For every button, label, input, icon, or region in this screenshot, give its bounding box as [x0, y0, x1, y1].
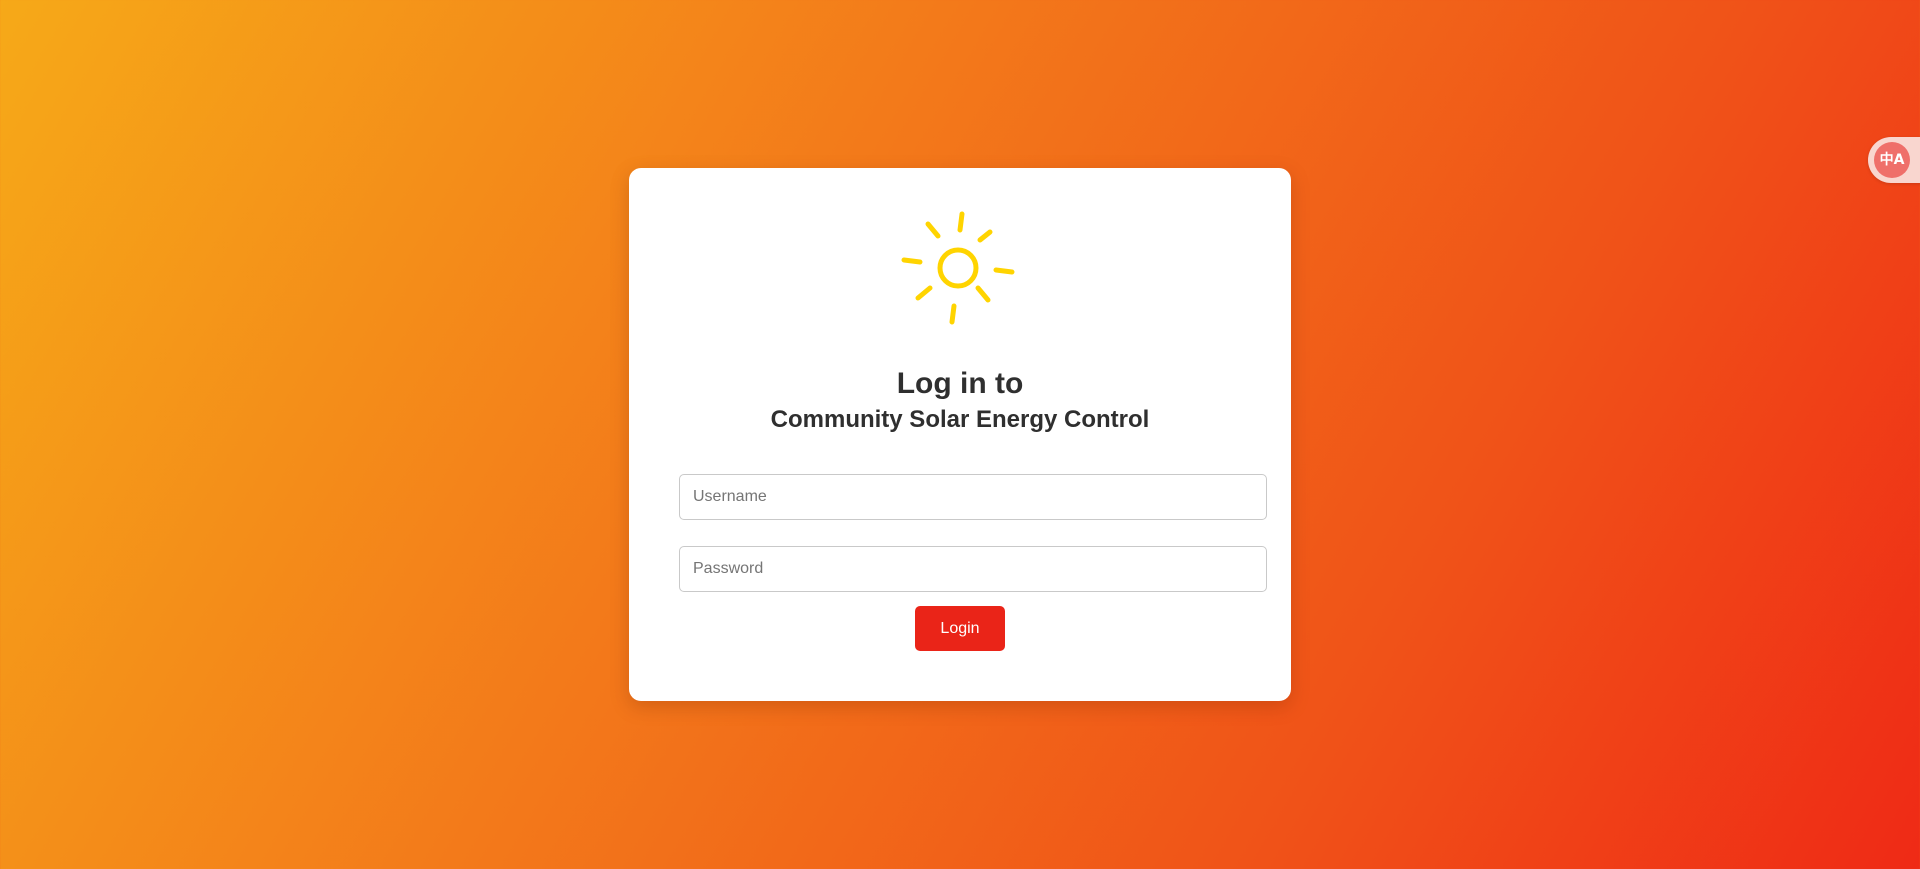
- translate-icon[interactable]: 中A: [1874, 142, 1910, 178]
- app-name: Community Solar Energy Control: [770, 406, 1150, 433]
- page-title: Log in to: [896, 367, 1024, 400]
- password-input[interactable]: [679, 546, 1267, 592]
- login-button[interactable]: Login: [915, 606, 1005, 651]
- translate-widget[interactable]: 中A: [1868, 137, 1920, 183]
- username-input[interactable]: [679, 474, 1267, 520]
- login-card: Log in to Community Solar Energy Control…: [629, 168, 1291, 701]
- sun-icon: [901, 211, 1015, 325]
